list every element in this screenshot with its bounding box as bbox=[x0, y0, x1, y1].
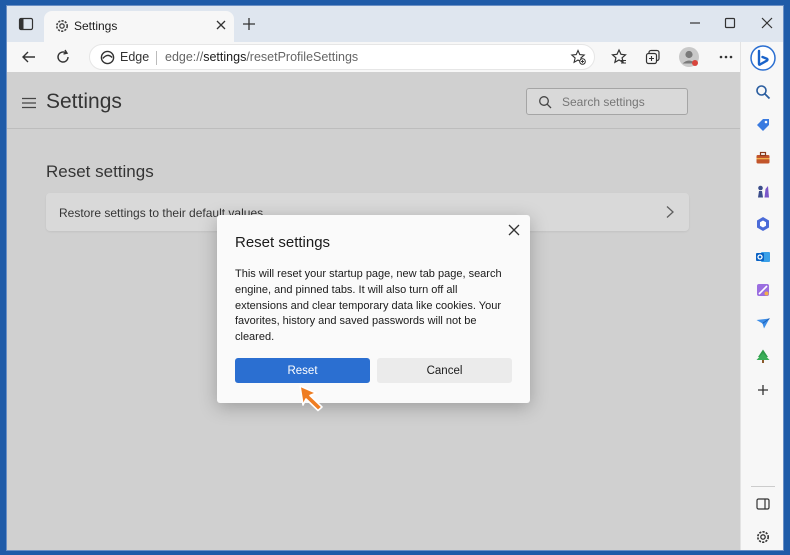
address-separator bbox=[156, 51, 157, 65]
edge-label: Edge bbox=[120, 50, 150, 64]
search-icon[interactable] bbox=[755, 84, 771, 105]
settings-gear-icon[interactable] bbox=[755, 529, 771, 550]
edge-logo-icon bbox=[100, 50, 115, 70]
chess-icon[interactable] bbox=[755, 183, 771, 204]
pointer-cursor-icon bbox=[296, 383, 330, 418]
office-icon[interactable] bbox=[755, 216, 771, 237]
tree-icon[interactable] bbox=[755, 348, 771, 369]
browser-window: Settings Edge edge://settings/resetProfi… bbox=[6, 5, 784, 551]
designer-icon[interactable] bbox=[755, 282, 771, 303]
gear-icon bbox=[54, 18, 70, 39]
close-window-icon[interactable] bbox=[759, 15, 775, 36]
refresh-icon[interactable] bbox=[54, 48, 72, 71]
address-bar[interactable]: Edge edge://settings/resetProfileSetting… bbox=[89, 44, 595, 70]
minimize-icon[interactable] bbox=[687, 15, 703, 36]
favorites-icon[interactable] bbox=[610, 48, 628, 71]
outlook-icon[interactable] bbox=[755, 249, 771, 270]
sidebar-divider bbox=[751, 486, 775, 487]
collections-icon[interactable] bbox=[644, 48, 662, 71]
title-bar: Settings bbox=[7, 6, 783, 42]
toolbox-icon[interactable] bbox=[755, 150, 771, 171]
tab-title: Settings bbox=[74, 19, 118, 33]
back-arrow-icon[interactable] bbox=[20, 48, 38, 71]
close-dialog-icon[interactable] bbox=[507, 223, 521, 242]
new-tab-icon[interactable] bbox=[241, 16, 257, 37]
more-options-icon[interactable] bbox=[717, 48, 735, 71]
maximize-icon[interactable] bbox=[722, 15, 738, 36]
split-screen-icon[interactable] bbox=[755, 496, 771, 517]
tab-settings[interactable]: Settings bbox=[44, 11, 234, 42]
avatar[interactable] bbox=[678, 46, 700, 73]
copilot-icon[interactable] bbox=[750, 45, 776, 76]
reset-settings-dialog: Reset settings This will reset your star… bbox=[217, 215, 530, 403]
drop-icon[interactable] bbox=[755, 315, 771, 336]
url-text[interactable]: edge://settings/resetProfileSettings bbox=[165, 50, 358, 64]
dialog-body-text: This will reset your startup page, new t… bbox=[235, 268, 502, 344]
sidebar bbox=[740, 42, 783, 550]
reset-button[interactable]: Reset bbox=[235, 358, 370, 383]
tab-actions-icon[interactable] bbox=[17, 15, 35, 33]
navigation-bar: Edge edge://settings/resetProfileSetting… bbox=[7, 42, 783, 73]
add-favorite-icon[interactable] bbox=[570, 49, 586, 70]
dialog-title: Reset settings bbox=[235, 234, 331, 251]
add-icon[interactable] bbox=[755, 382, 771, 403]
tag-icon[interactable] bbox=[755, 117, 771, 138]
cancel-button[interactable]: Cancel bbox=[377, 358, 512, 383]
close-tab-icon[interactable] bbox=[214, 18, 228, 37]
